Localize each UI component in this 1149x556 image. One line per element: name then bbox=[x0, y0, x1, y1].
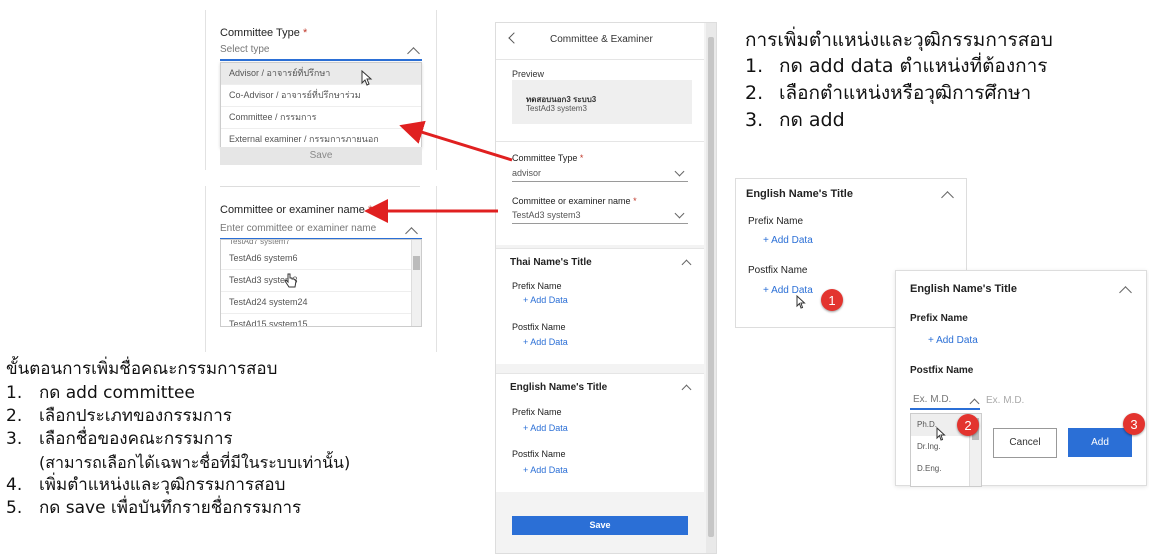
preview-card: ทดสอบนอก3 ระบบ3 TestAd3 system3 bbox=[512, 80, 692, 124]
divider bbox=[220, 186, 420, 187]
panel-title: Committee & Examiner bbox=[550, 34, 653, 45]
left-step: 4. เพิ่มตำแหน่งและวุฒิกรรมการสอบ bbox=[6, 475, 286, 495]
scrollbar[interactable] bbox=[706, 23, 716, 553]
postfix-label: Postfix Name bbox=[748, 265, 808, 276]
postfix-label: Postfix Name bbox=[512, 449, 566, 459]
left-step: 3. เลือกชื่อของคณะกรรมการ bbox=[6, 429, 233, 449]
list-item[interactable]: TestAd6 system6 bbox=[221, 248, 421, 270]
postfix-input[interactable]: Ex. M.D. bbox=[910, 393, 980, 410]
left-step: (สามารถเลือกได้เฉพาะชื่อที่มีในระบบเท่าน… bbox=[39, 453, 351, 472]
add-prefix-link[interactable]: + Add Data bbox=[523, 423, 568, 433]
chevron-up-icon bbox=[405, 227, 418, 240]
section-title: English Name's Title bbox=[910, 283, 1017, 295]
step-badge-1: 1 bbox=[821, 289, 843, 311]
preview-label: Preview bbox=[512, 69, 545, 79]
committee-name-input[interactable]: Enter committee or examiner name bbox=[220, 222, 422, 240]
add-postfix-link[interactable]: + Add Data bbox=[523, 465, 568, 475]
thai-title-section: Thai Name's Title Prefix Name + Add Data… bbox=[496, 248, 704, 364]
cursor-icon bbox=[936, 427, 946, 441]
left-step: 2. เลือกประเภทของกรรมการ bbox=[6, 406, 232, 426]
postfix-label: Postfix Name bbox=[910, 365, 974, 376]
save-button[interactable]: Save bbox=[220, 147, 422, 165]
right-step: 2. เลือกตำแหน่งหรือวุฒิการศึกษา bbox=[745, 82, 1032, 104]
committee-type-value: advisor bbox=[512, 168, 542, 178]
prefix-label: Prefix Name bbox=[512, 407, 562, 417]
postfix-placeholder: Ex. M.D. bbox=[913, 394, 952, 405]
name-placeholder: Enter committee or examiner name bbox=[220, 223, 377, 234]
list-item[interactable]: TestAd3 system3 bbox=[221, 270, 421, 292]
committee-name-select[interactable]: TestAd3 system3 bbox=[512, 208, 688, 224]
list-item[interactable]: TestAd24 system24 bbox=[221, 292, 421, 314]
committee-type-dropdown: Advisor / อาจารย์ที่ปรึกษา Co-Advisor / … bbox=[220, 62, 422, 148]
scrollbar[interactable] bbox=[411, 240, 421, 326]
add-postfix-link[interactable]: + Add Data bbox=[523, 337, 568, 347]
option-committee[interactable]: Committee / กรรมการ bbox=[221, 107, 421, 129]
cursor-icon bbox=[796, 295, 806, 309]
committee-type-label: Committee Type * bbox=[220, 27, 308, 39]
cursor-icon bbox=[361, 70, 373, 86]
committee-examiner-panel: Committee & Examiner Preview ทดสอบนอก3 ร… bbox=[495, 22, 717, 554]
chevron-up-icon[interactable] bbox=[681, 259, 692, 270]
left-step: 1. กด add committee bbox=[6, 383, 195, 403]
list-item[interactable]: TestAd7 system7 bbox=[221, 240, 421, 248]
committee-type-shot: Committee Type * Select type Advisor / อ… bbox=[205, 10, 437, 170]
committee-name-label: Committee or examiner name * bbox=[220, 204, 373, 216]
add-prefix-link[interactable]: + Add Data bbox=[928, 335, 978, 346]
chevron-up-icon[interactable] bbox=[681, 384, 692, 395]
step-badge-3: 3 bbox=[1123, 413, 1145, 435]
right-step: 3. กด add bbox=[745, 109, 845, 131]
prefix-label: Prefix Name bbox=[512, 281, 562, 291]
add-button[interactable]: Add bbox=[1068, 428, 1132, 457]
committee-type-select[interactable]: Select type bbox=[220, 42, 422, 61]
thai-section-title: Thai Name's Title bbox=[510, 257, 592, 268]
committee-type-select[interactable]: advisor bbox=[512, 166, 688, 182]
committee-name-value: TestAd3 system3 bbox=[512, 210, 581, 220]
postfix-label: Postfix Name bbox=[512, 322, 566, 332]
left-instructions-title: ขั้นตอนการเพิ่มชื่อคณะกรรมการสอบ bbox=[6, 359, 278, 379]
list-item[interactable]: TestAd15 system15 bbox=[221, 314, 421, 326]
chevron-up-icon[interactable] bbox=[1119, 286, 1132, 299]
english-title-dropdown-shot: English Name's Title Prefix Name + Add D… bbox=[895, 270, 1147, 487]
preview-english-name: TestAd3 system3 bbox=[526, 104, 587, 113]
back-chevron-icon[interactable] bbox=[508, 32, 520, 44]
select-placeholder: Select type bbox=[220, 44, 270, 55]
left-instructions: ขั้นตอนการเพิ่มชื่อคณะกรรมการสอบ 1. กด ad… bbox=[6, 357, 496, 520]
committee-type-label: Committee Type * bbox=[512, 153, 584, 163]
committee-name-dropdown: TestAd7 system7 TestAd6 system6 TestAd3 … bbox=[220, 239, 422, 327]
english-title-section: English Name's Title Prefix Name + Add D… bbox=[496, 373, 704, 492]
option-advisor[interactable]: Advisor / อาจารย์ที่ปรึกษา bbox=[221, 63, 421, 85]
ghost-placeholder: Ex. M.D. bbox=[986, 395, 1025, 406]
right-instructions-title: การเพิ่มตำแหน่งและวุฒิกรรมการสอบ bbox=[745, 29, 1053, 51]
committee-name-label: Committee or examiner name * bbox=[512, 196, 637, 206]
hand-cursor-icon bbox=[284, 273, 297, 288]
chevron-up-icon bbox=[969, 398, 980, 409]
save-button[interactable]: Save bbox=[512, 516, 688, 535]
right-step: 1. กด add data ตำแหน่งที่ต้องการ bbox=[745, 55, 1048, 77]
chevron-down-icon bbox=[674, 208, 685, 219]
chevron-down-icon bbox=[674, 166, 685, 177]
add-prefix-link[interactable]: + Add Data bbox=[523, 295, 568, 305]
right-instructions: การเพิ่มตำแหน่งและวุฒิกรรมการสอบ 1. กด ad… bbox=[745, 27, 1145, 134]
step-badge-2: 2 bbox=[957, 414, 979, 436]
committee-fields: Committee Type * advisor Committee or ex… bbox=[496, 141, 704, 245]
prefix-label: Prefix Name bbox=[910, 313, 968, 324]
chevron-up-icon bbox=[407, 47, 420, 60]
panel-header: Committee & Examiner bbox=[496, 23, 704, 60]
cancel-button[interactable]: Cancel bbox=[993, 428, 1057, 458]
chevron-up-icon[interactable] bbox=[941, 191, 954, 204]
add-prefix-link[interactable]: + Add Data bbox=[763, 235, 813, 246]
section-title: English Name's Title bbox=[746, 188, 853, 200]
english-section-title: English Name's Title bbox=[510, 382, 608, 393]
prefix-label: Prefix Name bbox=[748, 216, 804, 227]
committee-name-shot: Committee or examiner name * Enter commi… bbox=[205, 186, 437, 352]
left-step: 5. กด save เพื่อบันทึกรายชื่อกรรมการ bbox=[6, 498, 302, 518]
option-co-advisor[interactable]: Co-Advisor / อาจารย์ที่ปรึกษาร่วม bbox=[221, 85, 421, 107]
